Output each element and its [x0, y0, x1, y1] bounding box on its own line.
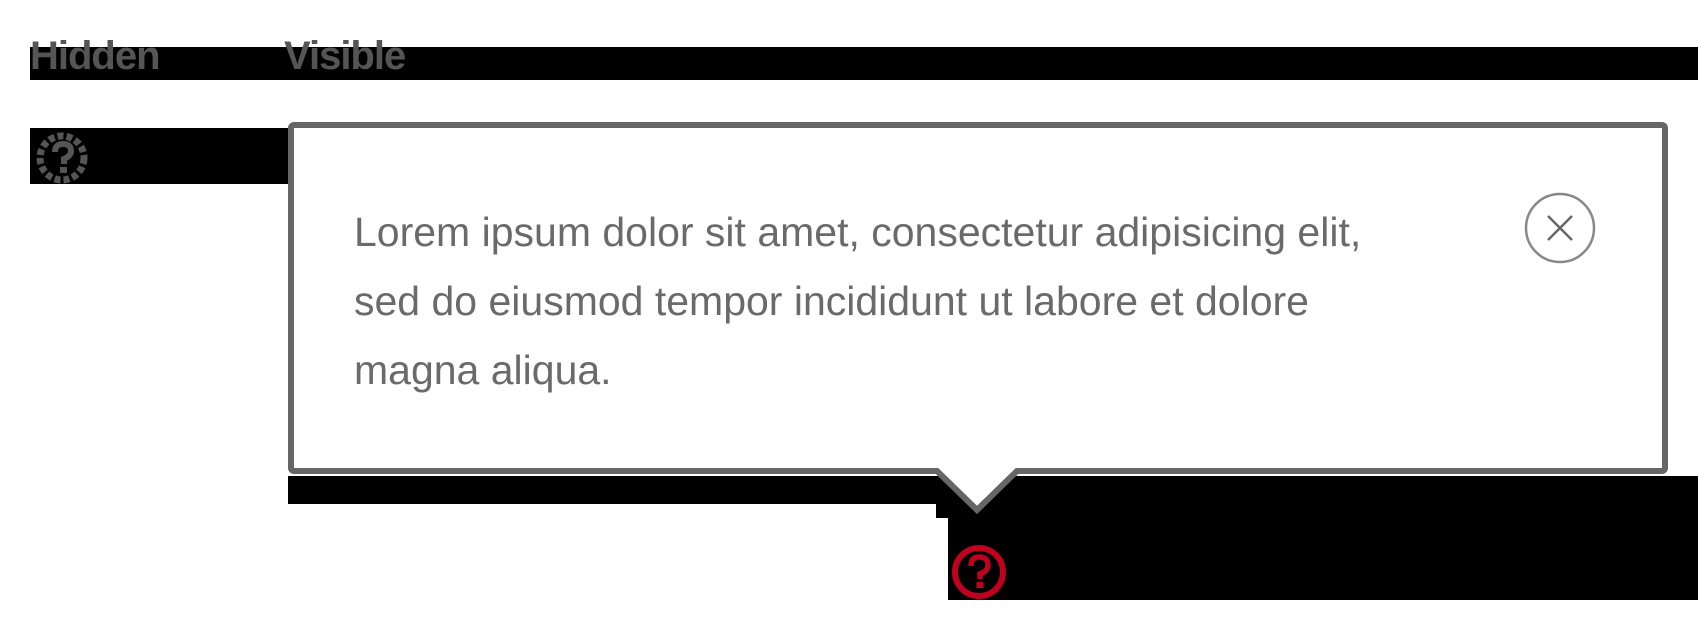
question-circle-icon: [952, 545, 1006, 599]
help-trigger-visible[interactable]: [948, 541, 1010, 603]
header-bar: [30, 47, 1698, 80]
question-circle-icon: [36, 132, 88, 184]
close-icon: [1524, 192, 1596, 264]
close-button[interactable]: [1524, 192, 1596, 264]
visible-row-bar: [948, 504, 1698, 600]
column-label-visible: Visible: [284, 34, 406, 78]
column-label-hidden: Hidden: [30, 34, 161, 78]
popover-message: Lorem ipsum dolor sit amet, consectetur …: [354, 209, 1362, 393]
popover-arrow: [936, 466, 1018, 514]
help-trigger-hidden[interactable]: [34, 130, 94, 186]
